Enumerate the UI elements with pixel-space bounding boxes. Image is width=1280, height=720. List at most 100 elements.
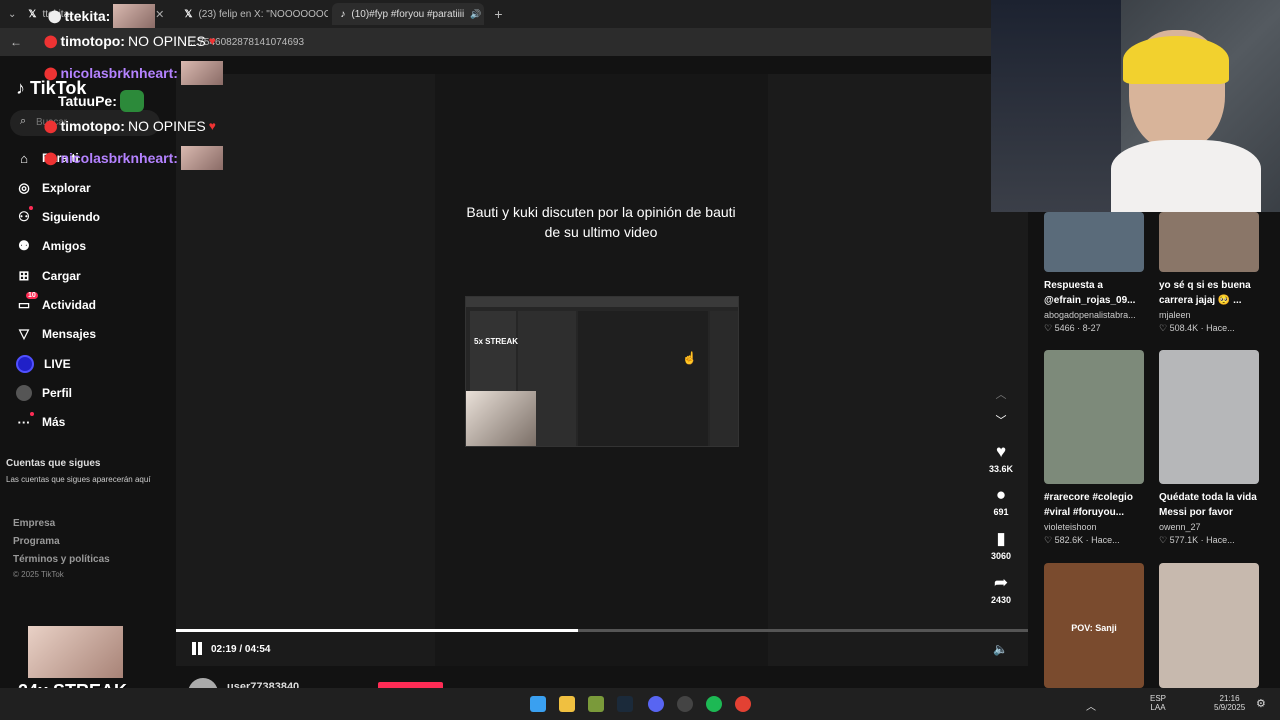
clock[interactable]: 21:16 5/9/2025	[1214, 694, 1245, 712]
discord-icon[interactable]	[648, 696, 664, 712]
friends-icon: ⚉	[18, 238, 30, 253]
sidebar-item-cargar[interactable]: ⊞ Cargar	[16, 268, 81, 284]
tab-list-icon[interactable]: ⌄	[8, 9, 16, 20]
author-strip: user77383840	[176, 666, 1028, 708]
video-caption: Bauti y kuki discuten por la opinión de …	[466, 204, 736, 240]
chat-text: NO OPINES	[127, 118, 206, 134]
sidebar-item-mas[interactable]: ··· Más	[16, 412, 65, 430]
sidebar-item-amigos[interactable]: ⚉ Amigos	[16, 238, 86, 254]
video-card[interactable]: POV: Sanji	[1044, 563, 1144, 688]
video-thumbnail	[1044, 212, 1144, 272]
following-subtitle: Las cuentas que sigues aparecerán aquí	[6, 475, 151, 484]
sidebar-item-actividad[interactable]: ▭ 10 Actividad	[16, 292, 97, 313]
screen: ⌄ 𝕏 ttekita: ✕ 𝕏 (23) felip en X: "NOOOO…	[0, 0, 1280, 720]
speaker-icon[interactable]: 🔊	[470, 9, 481, 20]
card-title: #rarecore #colegio #viral #foruyou...	[1044, 492, 1133, 518]
sidebar-item-perfil[interactable]: Perfil	[16, 385, 72, 401]
chrome-icon[interactable]	[735, 696, 751, 712]
sidebar-item-label: Siguiendo	[42, 210, 100, 224]
home-icon: ⌂	[20, 150, 28, 166]
chat-username: ttekita:	[64, 8, 111, 24]
sidebar-item-label: Perfil	[42, 386, 73, 400]
card-meta: ♡ 5466 · 8-27	[1044, 323, 1101, 333]
video-thumbnail	[1159, 212, 1259, 272]
card-meta: ♡ 508.4K · Hace...	[1159, 323, 1235, 333]
lang-layout: LAA	[1150, 703, 1166, 712]
bookmark-icon: ▮	[996, 529, 1006, 548]
footer-link-programa[interactable]: Programa	[13, 536, 60, 547]
scroll-up-icon[interactable]: ︿	[986, 386, 1016, 404]
comment-count: 691	[993, 507, 1009, 517]
sidebar-item-siguiendo[interactable]: ⚇ Siguiendo	[16, 206, 100, 225]
footer-link-empresa[interactable]: Empresa	[13, 518, 55, 529]
video-thumbnail	[1159, 563, 1259, 688]
sidebar-item-label: Actividad	[42, 298, 97, 312]
app-icon[interactable]	[588, 696, 604, 712]
lang-code: ESP	[1150, 694, 1167, 703]
close-icon[interactable]: ✕	[155, 8, 164, 21]
volume-icon[interactable]: 🔈	[993, 642, 1008, 656]
card-user: violeteishoon	[1044, 522, 1097, 532]
badge-icon: ⬤	[44, 151, 58, 165]
windows-start-icon[interactable]	[530, 696, 546, 712]
sidebar-item-mensajes[interactable]: ▽ Mensajes	[16, 326, 96, 342]
chat-username: timotopo:	[60, 118, 125, 134]
chat-text: NO OPINES	[127, 33, 206, 49]
tiktok-logo-icon: ♪	[16, 78, 25, 98]
card-title: Respuesta a @efrain_rojas_09...	[1044, 280, 1136, 306]
back-icon[interactable]: ←	[10, 35, 22, 49]
sidebar-item-explorar[interactable]: ◎ Explorar	[16, 180, 90, 196]
tab-3-title: (10)#fyp #foryou #paratiiii	[351, 8, 465, 20]
share-button[interactable]: ➦ 2430	[986, 574, 1016, 606]
video-card[interactable]: #rarecore #colegio #viral #foruyou... vi…	[1044, 350, 1144, 546]
footer-link-terminos[interactable]: Términos y políticas	[13, 554, 110, 565]
live-icon	[16, 355, 34, 373]
profile-icon	[16, 385, 32, 401]
steam-icon[interactable]	[617, 696, 633, 712]
video-player[interactable]: Bauti y kuki discuten por la opinión de …	[176, 74, 1028, 666]
new-tab-icon[interactable]: +	[494, 6, 502, 22]
copyright: © 2025 TikTok	[13, 570, 64, 579]
chat-message: ⬤ timotopo: NO OPINES ♥	[44, 33, 216, 49]
emoji-icon: ♥	[208, 34, 216, 48]
comment-button[interactable]: ● 691	[986, 485, 1016, 518]
progress-fill	[176, 629, 579, 632]
comment-icon: ●	[995, 485, 1007, 504]
video-card[interactable]: yo sé q si es buena carrera jajaj 🥺 ... …	[1159, 212, 1259, 334]
sidebar-item-live[interactable]: LIVE	[16, 355, 71, 373]
compass-icon: ◎	[18, 180, 30, 195]
spotify-icon[interactable]	[706, 696, 722, 712]
badge-icon: ⬤	[44, 66, 58, 80]
obs-icon[interactable]	[677, 696, 693, 712]
language-indicator[interactable]: ESP LAA	[1150, 694, 1166, 712]
pause-icon[interactable]	[191, 642, 203, 655]
emoji-icon: ♥	[208, 119, 216, 133]
chat-username: nicolasbrknheart:	[60, 150, 178, 166]
x-logo-icon: 𝕏	[28, 8, 37, 20]
card-meta: ♡ 577.1K · Hace...	[1159, 535, 1235, 545]
video-card[interactable]: Quédate toda la vida Messi por favor owe…	[1159, 350, 1259, 546]
like-button[interactable]: ♥ 33.6K	[986, 443, 1016, 475]
tray-chevron-icon[interactable]: ︿	[1086, 698, 1096, 713]
chat-username: TatuuPe:	[58, 93, 117, 109]
notification-icon[interactable]: ⚙	[1256, 697, 1266, 710]
card-user: mjaleen	[1159, 310, 1191, 320]
video-card[interactable]	[1159, 563, 1259, 688]
tab-2[interactable]: 𝕏 (23) felip en X: "NOOOOOOO..." ✕	[176, 3, 328, 25]
file-explorer-icon[interactable]	[559, 696, 575, 712]
scroll-down-icon[interactable]: ﹀	[986, 412, 1016, 430]
video-card[interactable]: Respuesta a @efrain_rojas_09... abogadop…	[1044, 212, 1144, 334]
taskbar: ︿ ESP LAA 21:16 5/9/2025 ⚙	[0, 688, 1280, 720]
search-icon: ⌕	[20, 115, 27, 127]
x-logo-icon: 𝕏	[184, 8, 193, 20]
emote-icon	[113, 4, 156, 28]
bookmark-button[interactable]: ▮ 3060	[986, 529, 1016, 562]
inner-streak-label: 5x STREAK	[474, 337, 519, 346]
card-meta: ♡ 582.6K · Hace...	[1044, 535, 1120, 545]
progress-bar[interactable]	[176, 629, 1028, 632]
sidebar-item-label: Cargar	[42, 269, 81, 283]
tab-3[interactable]: ♪ (10)#fyp #foryou #paratiiii 🔊 ✕	[332, 3, 485, 25]
sidebar-item-label: LIVE	[44, 357, 71, 371]
sidebar-item-label: Mensajes	[42, 327, 97, 341]
upload-icon: ⊞	[18, 268, 30, 283]
